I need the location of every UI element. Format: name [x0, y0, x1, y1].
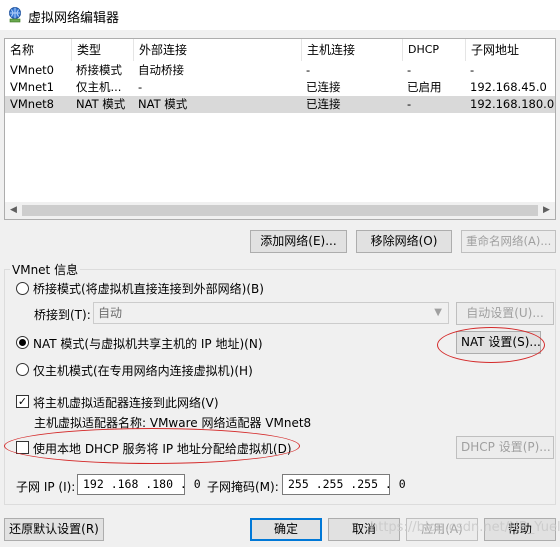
network-icon — [6, 6, 24, 24]
bridge-to-label: 桥接到(T): — [34, 308, 91, 322]
cell-host: 已连接 — [306, 80, 341, 94]
cell-external: - — [138, 80, 143, 94]
scrollbar-thumb[interactable] — [22, 205, 538, 216]
subnet-ip-input[interactable]: 192 .168 .180 . 0 — [77, 474, 201, 495]
cell-dhcp: 已启用 — [407, 80, 442, 94]
bridge-mode-radio[interactable] — [16, 282, 29, 295]
scroll-left-icon[interactable]: ◀ — [5, 202, 22, 219]
vmnet-info-label: VMnet 信息 — [10, 261, 81, 278]
ok-button[interactable]: 确定 — [250, 518, 322, 541]
bridge-mode-label[interactable]: 桥接模式(将虚拟机直接连接到外部网络)(B) — [33, 280, 264, 297]
restore-defaults-button[interactable]: 还原默认设置(R) — [4, 518, 104, 541]
subnet-mask-input[interactable]: 255 .255 .255 . 0 — [282, 474, 406, 495]
cell-external: 自动桥接 — [138, 63, 184, 77]
connect-adapter-checkbox[interactable]: ✓ — [16, 395, 29, 408]
bridge-to-select[interactable]: 自动 ▼ — [93, 302, 449, 324]
column-header-type[interactable]: 类型 — [71, 39, 133, 61]
title-bar: 虚拟网络编辑器 — [0, 0, 560, 30]
table-row[interactable]: VMnet0 桥接模式 自动桥接 - - - — [5, 62, 555, 79]
cell-type: NAT 模式 — [76, 97, 126, 111]
host-only-radio[interactable] — [16, 363, 29, 376]
watermark: https://blog.csdn.net/HB_Yuel — [370, 520, 560, 535]
cell-dhcp: - — [407, 97, 412, 111]
cell-external: NAT 模式 — [138, 97, 188, 111]
remove-network-button[interactable]: 移除网络(O) — [356, 230, 452, 253]
table-row-selected[interactable]: VMnet8 NAT 模式 NAT 模式 已连接 - 192.168.180.0 — [5, 96, 555, 113]
column-header-external[interactable]: 外部连接 — [133, 39, 301, 61]
subnet-ip-label: 子网 IP (I): — [16, 480, 76, 494]
host-only-label[interactable]: 仅主机模式(在专用网络内连接虚拟机)(H) — [33, 362, 253, 379]
connect-adapter-label[interactable]: 将主机虚拟适配器连接到此网络(V) — [33, 394, 219, 411]
nat-mode-radio[interactable] — [16, 336, 29, 349]
nat-mode-label[interactable]: NAT 模式(与虚拟机共享主机的 IP 地址)(N) — [33, 335, 263, 352]
cell-subnet: 192.168.180.0 — [470, 97, 555, 111]
column-header-name[interactable]: 名称 — [5, 39, 71, 61]
list-header: 名称 类型 外部连接 主机连接 DHCP 子网地址 — [5, 39, 555, 61]
dhcp-settings-button[interactable]: DHCP 设置(P)... — [456, 436, 554, 459]
rename-network-button[interactable]: 重命名网络(A)... — [461, 230, 556, 253]
column-header-dhcp[interactable]: DHCP — [402, 39, 465, 61]
cell-name: VMnet0 — [10, 63, 54, 77]
cell-subnet: - — [470, 63, 475, 77]
window-title: 虚拟网络编辑器 — [28, 11, 120, 26]
bridge-to-value: 自动 — [98, 306, 123, 320]
annotation-circle-dhcp — [4, 428, 300, 464]
column-header-host[interactable]: 主机连接 — [301, 39, 402, 61]
cell-dhcp: - — [407, 63, 412, 77]
add-network-button[interactable]: 添加网络(E)... — [250, 230, 347, 253]
auto-settings-button[interactable]: 自动设置(U)... — [456, 302, 554, 325]
chevron-down-icon: ▼ — [434, 307, 442, 318]
scroll-right-icon[interactable]: ▶ — [538, 202, 555, 219]
cell-host: - — [306, 63, 311, 77]
cell-name: VMnet8 — [10, 97, 54, 111]
cell-name: VMnet1 — [10, 80, 54, 94]
annotation-circle-nat — [437, 327, 545, 363]
table-row[interactable]: VMnet1 仅主机... - 已连接 已启用 192.168.45.0 — [5, 79, 555, 96]
network-list[interactable]: 名称 类型 外部连接 主机连接 DHCP 子网地址 VMnet0 桥接模式 自动… — [4, 38, 556, 220]
cell-host: 已连接 — [306, 97, 341, 111]
column-header-subnet[interactable]: 子网地址 — [465, 39, 556, 61]
cell-type: 桥接模式 — [76, 63, 122, 77]
cell-subnet: 192.168.45.0 — [470, 80, 547, 94]
cell-type: 仅主机... — [76, 80, 122, 94]
subnet-mask-label: 子网掩码(M): — [207, 480, 279, 494]
horizontal-scrollbar[interactable]: ◀ ▶ — [5, 202, 555, 219]
